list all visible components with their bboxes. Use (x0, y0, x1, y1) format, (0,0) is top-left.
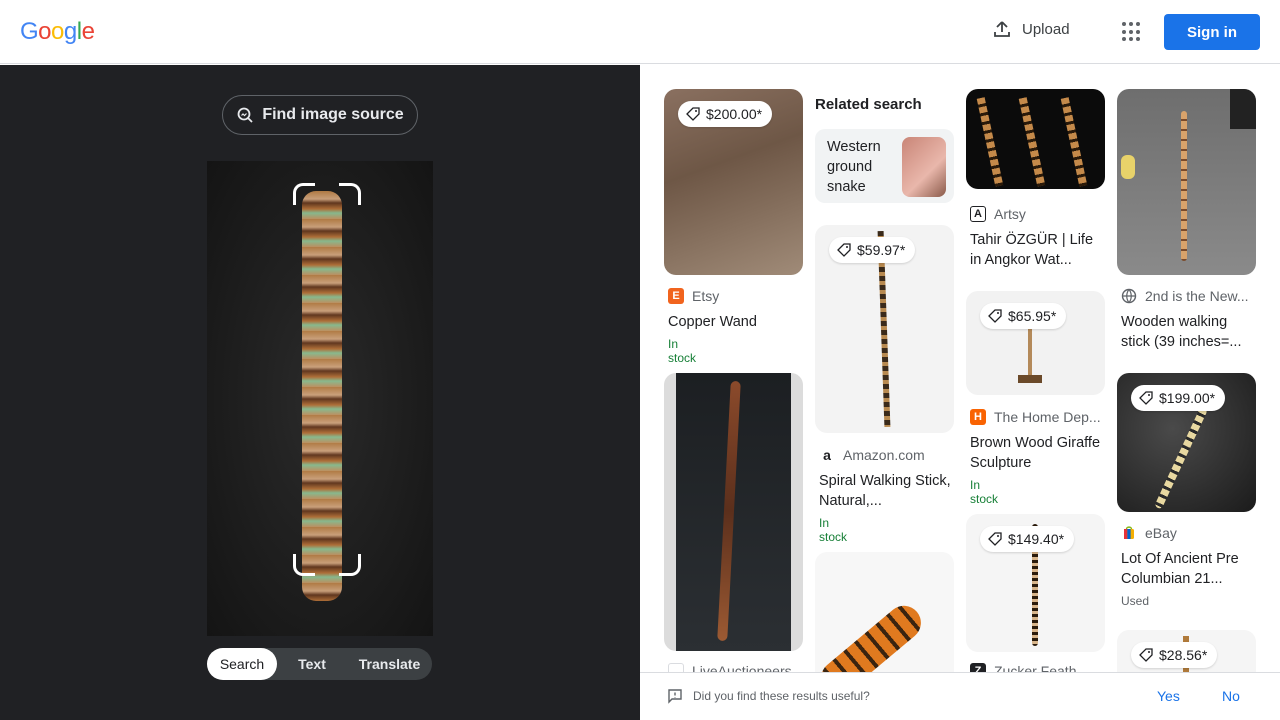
logo-letter: G (20, 18, 39, 45)
result-source: a Amazon.com (819, 447, 925, 463)
upload-label: Upload (1022, 20, 1070, 38)
price-tag-icon (988, 532, 1002, 546)
price-tag-icon (686, 107, 700, 121)
price-badge: $59.97* (829, 237, 916, 263)
globe-icon (1121, 288, 1137, 304)
result-title[interactable]: Wooden walking stick (39 inches=... (1121, 312, 1253, 352)
source-label: The Home Dep... (994, 409, 1101, 425)
crop-handle-bottom-left[interactable] (293, 554, 315, 576)
source-label: Etsy (692, 288, 720, 304)
condition-status: Used (1121, 594, 1150, 608)
tab-text[interactable]: Text (277, 648, 347, 680)
related-search-thumbnail (902, 137, 946, 197)
find-image-source-label: Find image source (262, 106, 404, 123)
crop-handle-top-left[interactable] (293, 183, 315, 205)
artsy-icon: A (970, 206, 986, 222)
stock-status: In stock (819, 516, 848, 544)
logo-letter: e (81, 18, 95, 45)
result-thumbnail[interactable]: $149.40* (966, 514, 1105, 652)
source-label: 2nd is the New... (1145, 288, 1249, 304)
related-search-label: Western ground snake (827, 139, 881, 195)
sign-in-button[interactable]: Sign in (1164, 14, 1260, 50)
feedback-bar: Did you find these results useful? Yes N… (640, 672, 1280, 720)
query-image-subject (302, 191, 342, 601)
price-badge: $28.56* (1131, 642, 1218, 668)
upload-icon (994, 21, 1010, 37)
related-search-item[interactable]: Western ground snake (815, 129, 954, 203)
lens-mode-tabs: Search Text Translate (207, 648, 432, 680)
result-thumbnail[interactable]: $59.97* (815, 225, 954, 433)
result-thumbnail[interactable] (815, 552, 954, 692)
query-image[interactable] (207, 161, 433, 636)
price-label: $200.00* (706, 106, 763, 122)
result-title[interactable]: Lot Of Ancient Pre Columbian 21... (1121, 549, 1253, 589)
price-tag-icon (1139, 391, 1153, 405)
tab-translate[interactable]: Translate (347, 648, 432, 680)
result-thumbnail[interactable] (1117, 89, 1256, 275)
upload-button[interactable]: Upload (992, 19, 1070, 39)
logo-letter: o (51, 18, 64, 45)
feedback-no-button[interactable]: No (1222, 688, 1240, 704)
results-pane: $200.00* E Etsy Copper Wand In stock Liv… (640, 65, 1280, 720)
price-label: $28.56* (1159, 647, 1208, 663)
result-title[interactable]: Tahir ÖZGÜR | Life in Angkor Wat... (970, 230, 1102, 270)
top-header: Google Upload Sign in (0, 0, 1280, 64)
ebay-icon (1124, 526, 1134, 539)
result-thumbnail[interactable]: $200.00* (664, 89, 803, 275)
feedback-icon (668, 689, 682, 704)
result-thumbnail[interactable] (664, 373, 803, 651)
result-source: eBay (1121, 525, 1177, 541)
price-tag-icon (837, 243, 851, 257)
price-label: $65.95* (1008, 308, 1057, 324)
amazon-icon: a (819, 447, 835, 463)
apps-grid-icon[interactable] (1122, 22, 1142, 42)
query-image-pane: Find image source Search Text Translate (0, 65, 640, 720)
price-badge: $65.95* (980, 303, 1067, 329)
stock-status: In stock (668, 337, 697, 365)
feedback-question: Did you find these results useful? (693, 689, 870, 703)
result-source: A Artsy (970, 206, 1026, 222)
result-source: 2nd is the New... (1121, 288, 1249, 304)
result-title[interactable]: Brown Wood Giraffe Sculpture (970, 433, 1102, 473)
result-thumbnail[interactable]: $65.95* (966, 291, 1105, 395)
result-title[interactable]: Spiral Walking Stick, Natural,... (819, 471, 951, 511)
price-badge: $199.00* (1131, 385, 1226, 411)
source-label: Artsy (994, 206, 1026, 222)
feedback-yes-button[interactable]: Yes (1157, 688, 1180, 704)
logo-letter: g (63, 18, 77, 45)
price-tag-icon (988, 309, 1002, 323)
price-label: $149.40* (1008, 531, 1065, 547)
crop-handle-bottom-right[interactable] (339, 554, 361, 576)
etsy-icon: E (668, 288, 684, 304)
stock-status: In stock (970, 478, 999, 506)
result-source: E Etsy (668, 288, 719, 304)
image-search-icon (237, 107, 253, 123)
price-tag-icon (1139, 648, 1153, 662)
logo-letter: o (38, 18, 52, 45)
tab-search[interactable]: Search (207, 648, 277, 680)
result-thumbnail[interactable]: $199.00* (1117, 373, 1256, 512)
result-source: H The Home Dep... (970, 409, 1101, 425)
crop-handle-top-right[interactable] (339, 183, 361, 205)
result-thumbnail[interactable] (966, 89, 1105, 189)
result-title[interactable]: Copper Wand (668, 312, 800, 332)
related-search-heading: Related search (815, 96, 922, 113)
google-logo[interactable]: Google (20, 18, 95, 46)
source-label: eBay (1145, 525, 1177, 541)
price-badge: $149.40* (980, 526, 1075, 552)
price-badge: $200.00* (678, 101, 773, 127)
home-depot-icon: H (970, 409, 986, 425)
price-label: $199.00* (1159, 390, 1216, 406)
find-image-source-button[interactable]: Find image source (222, 95, 418, 135)
price-label: $59.97* (857, 242, 906, 258)
source-label: Amazon.com (843, 447, 925, 463)
